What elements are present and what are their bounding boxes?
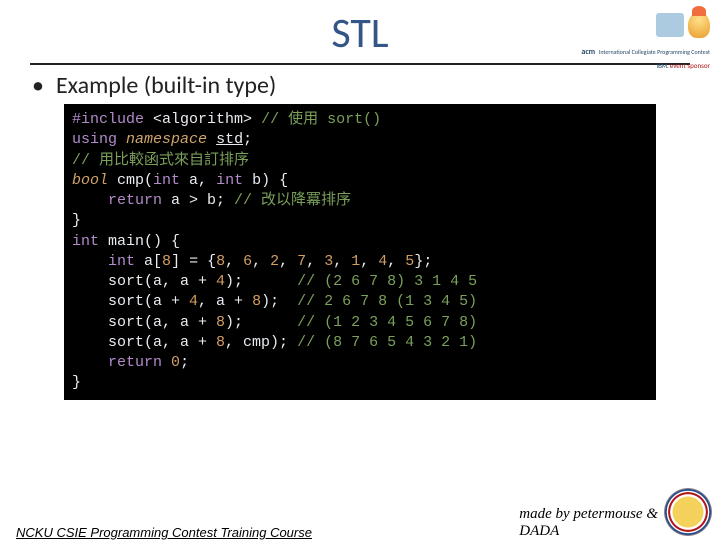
n-3: 3 <box>324 253 333 270</box>
header-logo-cluster: acm International Collegiate Programming… <box>581 12 710 70</box>
call-sort-2b: , a + <box>198 293 252 310</box>
kw-namespace: namespace <box>126 131 207 148</box>
kw-int-arr: int <box>108 253 135 270</box>
n-4: 4 <box>378 253 387 270</box>
cmt-s1: // (2 6 7 8) 3 1 4 5 <box>297 273 477 290</box>
acm-subtext: International Collegiate Programming Con… <box>599 48 710 56</box>
c5: , <box>333 253 351 270</box>
n-6: 6 <box>243 253 252 270</box>
num-4b: 4 <box>189 293 198 310</box>
pad-2: ); <box>261 293 297 310</box>
kw-return-2: return <box>108 354 162 371</box>
num-8c: 8 <box>216 314 225 331</box>
c4: , <box>306 253 324 270</box>
sp <box>162 354 171 371</box>
pad-1: ); <box>225 273 297 290</box>
bullet-dot-icon: • <box>32 71 44 100</box>
author-line-1: made by petermouse & <box>519 506 658 523</box>
param-b: b) { <box>243 172 288 189</box>
acm-text: acm <box>581 47 595 57</box>
c6: , <box>360 253 378 270</box>
cmt-use-sort: // 使用 sort() <box>261 111 381 128</box>
n-7: 7 <box>297 253 306 270</box>
bullet-text: Example (built-in type) <box>56 71 276 100</box>
c1: , <box>225 253 243 270</box>
kw-include: #include <box>72 111 144 128</box>
cmt-desc: // 改以降冪排序 <box>234 192 351 209</box>
kw-bool: bool <box>72 172 108 189</box>
university-emblem-icon <box>664 488 712 536</box>
bullet-example: • Example (built-in type) <box>32 71 720 100</box>
kw-using: using <box>72 131 117 148</box>
sponsor-line: IBM. event sponsor <box>657 61 710 70</box>
arr-open: a[ <box>135 253 162 270</box>
footer: NCKU CSIE Programming Contest Training C… <box>0 525 720 540</box>
call-sort-1: sort(a, a + <box>72 273 216 290</box>
n-8: 8 <box>216 253 225 270</box>
param-a: a, <box>180 172 216 189</box>
num-8b: 8 <box>252 293 261 310</box>
pad-3: ); <box>225 314 297 331</box>
author-line-2: DADA <box>519 523 658 540</box>
box-icon <box>656 13 684 37</box>
kw-int-b: int <box>216 172 243 189</box>
kw-return-1: return <box>108 192 162 209</box>
call-sort-2a: sort(a + <box>72 293 189 310</box>
footer-course: NCKU CSIE Programming Contest Training C… <box>16 525 312 540</box>
brace-close-1: } <box>72 212 81 229</box>
fn-main: main() { <box>99 233 180 250</box>
num-8a: 8 <box>162 253 171 270</box>
cmt-s3: // (1 2 3 4 5 6 7 8) <box>297 314 477 331</box>
cmt-s4: // (8 7 6 5 4 3 2 1) <box>297 334 477 351</box>
footer-author: made by petermouse & DADA <box>519 506 658 541</box>
semi-1: ; <box>243 131 252 148</box>
fn-cmp-open: cmp( <box>108 172 153 189</box>
call-sort-4: sort(a, a + <box>72 334 216 351</box>
expr-agb: a > b; <box>162 192 234 209</box>
n-1: 1 <box>351 253 360 270</box>
lightbulb-icon <box>688 12 710 38</box>
num-4a: 4 <box>216 273 225 290</box>
brace-close-2: } <box>72 374 81 391</box>
ibm-text: IBM. <box>657 61 668 70</box>
cmt-cmpfn: // 用比較函式來自訂排序 <box>72 152 249 169</box>
cmt-s2: // 2 6 7 8 (1 3 4 5) <box>297 293 477 310</box>
kw-int-main: int <box>72 233 99 250</box>
c2: , <box>252 253 270 270</box>
c3: , <box>279 253 297 270</box>
num-8d: 8 <box>216 334 225 351</box>
arr-close: }; <box>414 253 432 270</box>
code-block: #include <algorithm> // 使用 sort() using … <box>64 104 656 400</box>
c7: , <box>387 253 405 270</box>
logo-row <box>656 12 710 38</box>
semi-2: ; <box>180 354 189 371</box>
sponsor-text: event sponsor <box>670 61 710 70</box>
id-std: std <box>216 131 243 148</box>
arr-init: ] = { <box>171 253 216 270</box>
num-0: 0 <box>171 354 180 371</box>
kw-int-a: int <box>153 172 180 189</box>
hdr-algorithm: <algorithm> <box>153 111 252 128</box>
n-2: 2 <box>270 253 279 270</box>
call-sort-3: sort(a, a + <box>72 314 216 331</box>
n-5: 5 <box>405 253 414 270</box>
call-cmp: , cmp); <box>225 334 297 351</box>
